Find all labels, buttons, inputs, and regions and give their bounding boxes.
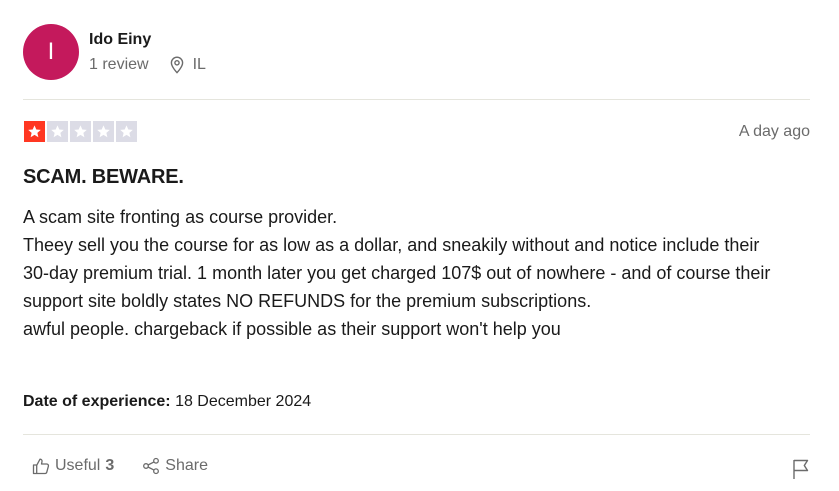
review-body: A scam site fronting as course provider.… — [23, 203, 783, 343]
review-date: A day ago — [738, 123, 810, 140]
reviewer-name[interactable]: Ido Einy — [89, 30, 206, 50]
thumbs-up-icon — [32, 458, 50, 475]
share-icon — [143, 457, 160, 475]
useful-button[interactable]: Useful 3 — [32, 457, 114, 475]
star-rating — [24, 121, 137, 142]
location-text: IL — [192, 55, 206, 73]
star-empty — [70, 121, 91, 142]
review-body-line: awful people. chargeback if possible as … — [23, 319, 561, 339]
date-of-experience: Date of experience: 18 December 2024 — [23, 393, 311, 411]
star-icon — [74, 125, 87, 138]
star-icon — [28, 125, 41, 138]
divider — [23, 434, 810, 435]
review-title[interactable]: SCAM. BEWARE. — [23, 166, 184, 189]
experience-date: 18 December 2024 — [175, 393, 312, 410]
flag-icon — [793, 459, 809, 479]
star-icon — [51, 125, 64, 138]
map-pin-icon — [170, 55, 183, 74]
share-button[interactable]: Share — [142, 457, 208, 475]
useful-count: 3 — [105, 457, 115, 474]
useful-label: Useful — [55, 457, 101, 474]
reviewer-location: IL — [169, 55, 206, 75]
star-empty — [93, 121, 114, 142]
reviewer-info: Ido Einy 1 review IL — [89, 30, 206, 75]
divider — [23, 99, 810, 100]
star-filled — [24, 121, 45, 142]
review-count: 1 review — [89, 55, 149, 73]
report-button[interactable] — [791, 458, 811, 485]
reviewer-header: I Ido Einy 1 review IL — [23, 24, 206, 80]
star-icon — [120, 125, 133, 138]
avatar[interactable]: I — [23, 24, 79, 80]
star-empty — [47, 121, 68, 142]
share-label: Share — [165, 457, 208, 474]
review-body-line: Theey sell you the course for as low as … — [23, 235, 771, 311]
reviewer-meta: 1 review IL — [89, 55, 206, 75]
star-icon — [97, 125, 110, 138]
review-actions: Useful 3 Share — [32, 457, 208, 475]
review-body-line: A scam site fronting as course provider. — [23, 207, 338, 227]
experience-label: Date of experience: — [23, 393, 171, 410]
star-empty — [116, 121, 137, 142]
